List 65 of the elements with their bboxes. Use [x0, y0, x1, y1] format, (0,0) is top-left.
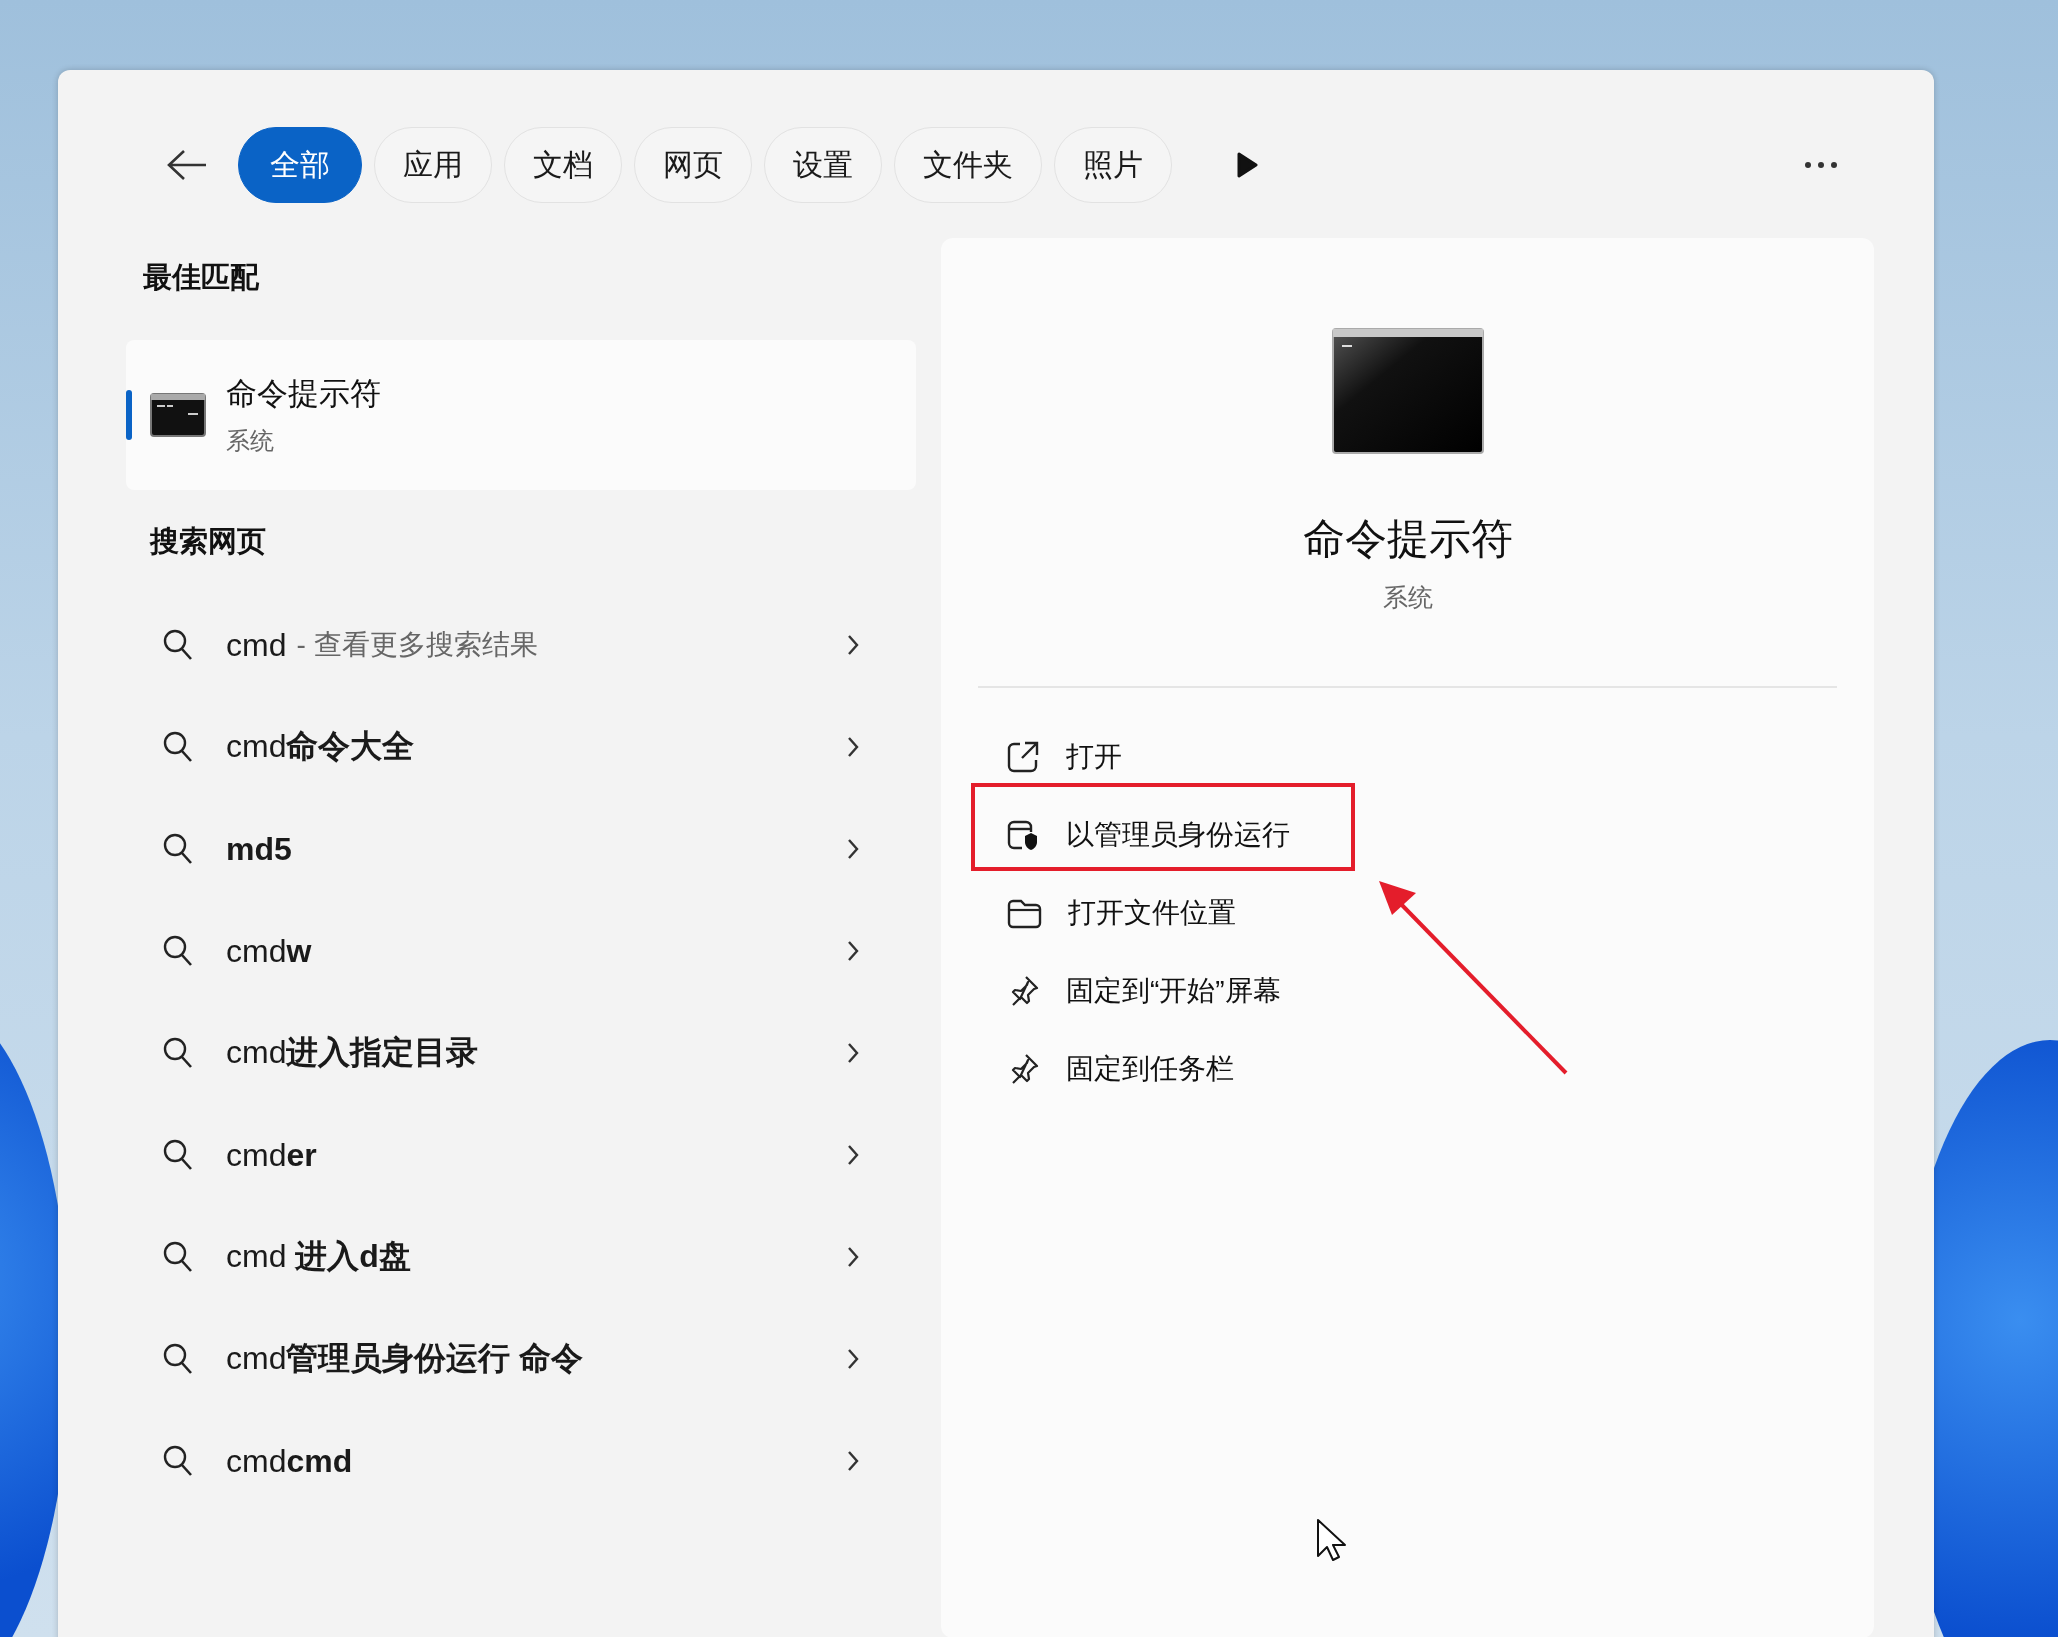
back-arrow-icon[interactable]: [166, 148, 208, 182]
action-item[interactable]: 固定到“开始”屏幕: [978, 952, 1837, 1030]
chevron-right-icon: [846, 1347, 860, 1371]
web-search-item[interactable]: cmdw: [126, 900, 916, 1002]
web-search-item[interactable]: cmd进入指定目录: [126, 1002, 916, 1104]
chevron-right-icon: [846, 1041, 860, 1065]
search-suggestion: md5: [226, 830, 292, 868]
best-match-item[interactable]: 命令提示符 系统: [126, 340, 916, 490]
triangle-icon[interactable]: [1236, 151, 1258, 179]
web-search-item[interactable]: cmdcmd: [126, 1410, 916, 1512]
terminal-icon: [150, 393, 206, 437]
app-category: 系统: [1381, 582, 1434, 613]
chevron-right-icon: [846, 837, 860, 861]
search-suggestion: cmd 进入d盘: [226, 1237, 411, 1276]
web-search-item[interactable]: cmd管理员身份运行 命令: [126, 1308, 916, 1410]
app-category: 系统: [226, 426, 275, 456]
chevron-right-icon: [846, 1143, 860, 1167]
filter-tab[interactable]: 文件夹: [894, 127, 1042, 203]
web-search-item[interactable]: cmd命令大全: [126, 696, 916, 798]
app-title: 命令提示符: [226, 375, 381, 413]
filter-tab[interactable]: 全部: [238, 127, 362, 203]
filter-tab[interactable]: 网页: [634, 127, 752, 203]
search-suggestion: cmder: [226, 1136, 317, 1174]
open-external-icon: [1006, 740, 1040, 774]
chevron-right-icon: [846, 633, 860, 657]
search-icon: [162, 1240, 194, 1274]
search-suggestion: cmd命令大全: [226, 727, 415, 766]
search-icon: [162, 832, 194, 866]
search-suggestion: cmdcmd: [226, 1442, 353, 1480]
search-suggestion: cmd管理员身份运行 命令: [226, 1339, 584, 1378]
chevron-right-icon: [846, 1245, 860, 1269]
search-icon: [162, 1036, 194, 1070]
chevron-right-icon: [846, 939, 860, 963]
web-search-item[interactable]: cmd 进入d盘: [126, 1206, 916, 1308]
section-heading: 最佳匹配: [142, 260, 260, 295]
terminal-icon: [1331, 328, 1484, 454]
filter-tab[interactable]: 文档: [504, 127, 622, 203]
action-item[interactable]: 打开文件位置: [978, 874, 1837, 952]
more-options-icon[interactable]: [1804, 161, 1838, 169]
action-item[interactable]: 打开: [978, 718, 1837, 796]
search-icon: [162, 1138, 194, 1172]
web-search-item[interactable]: cmd - 查看更多搜索结果: [126, 594, 916, 696]
folder-icon: [1006, 897, 1042, 929]
search-suggestion: cmd进入指定目录: [226, 1033, 479, 1072]
action-item[interactable]: 以管理员身份运行: [978, 796, 1837, 874]
search-icon: [162, 1342, 194, 1376]
app-title: 命令提示符: [1301, 514, 1514, 564]
filter-tab[interactable]: 照片: [1054, 127, 1172, 203]
search-hint: - 查看更多搜索结果: [296, 628, 538, 662]
web-search-item[interactable]: cmder: [126, 1104, 916, 1206]
filter-tab[interactable]: 设置: [764, 127, 882, 203]
chevron-right-icon: [846, 735, 860, 759]
search-icon: [162, 1444, 194, 1478]
shield-window-icon: [1006, 818, 1040, 852]
chevron-right-icon: [846, 1449, 860, 1473]
search-icon: [162, 730, 194, 764]
search-suggestion: cmd: [226, 626, 287, 664]
filter-tab[interactable]: 应用: [374, 127, 492, 203]
search-icon: [162, 934, 194, 968]
mouse-pointer-icon: [1316, 1518, 1346, 1562]
web-search-item[interactable]: md5: [126, 798, 916, 900]
search-suggestion: cmdw: [226, 932, 312, 970]
action-item[interactable]: 固定到任务栏: [978, 1030, 1837, 1108]
section-heading: 搜索网页: [148, 524, 267, 559]
search-icon: [162, 628, 194, 662]
